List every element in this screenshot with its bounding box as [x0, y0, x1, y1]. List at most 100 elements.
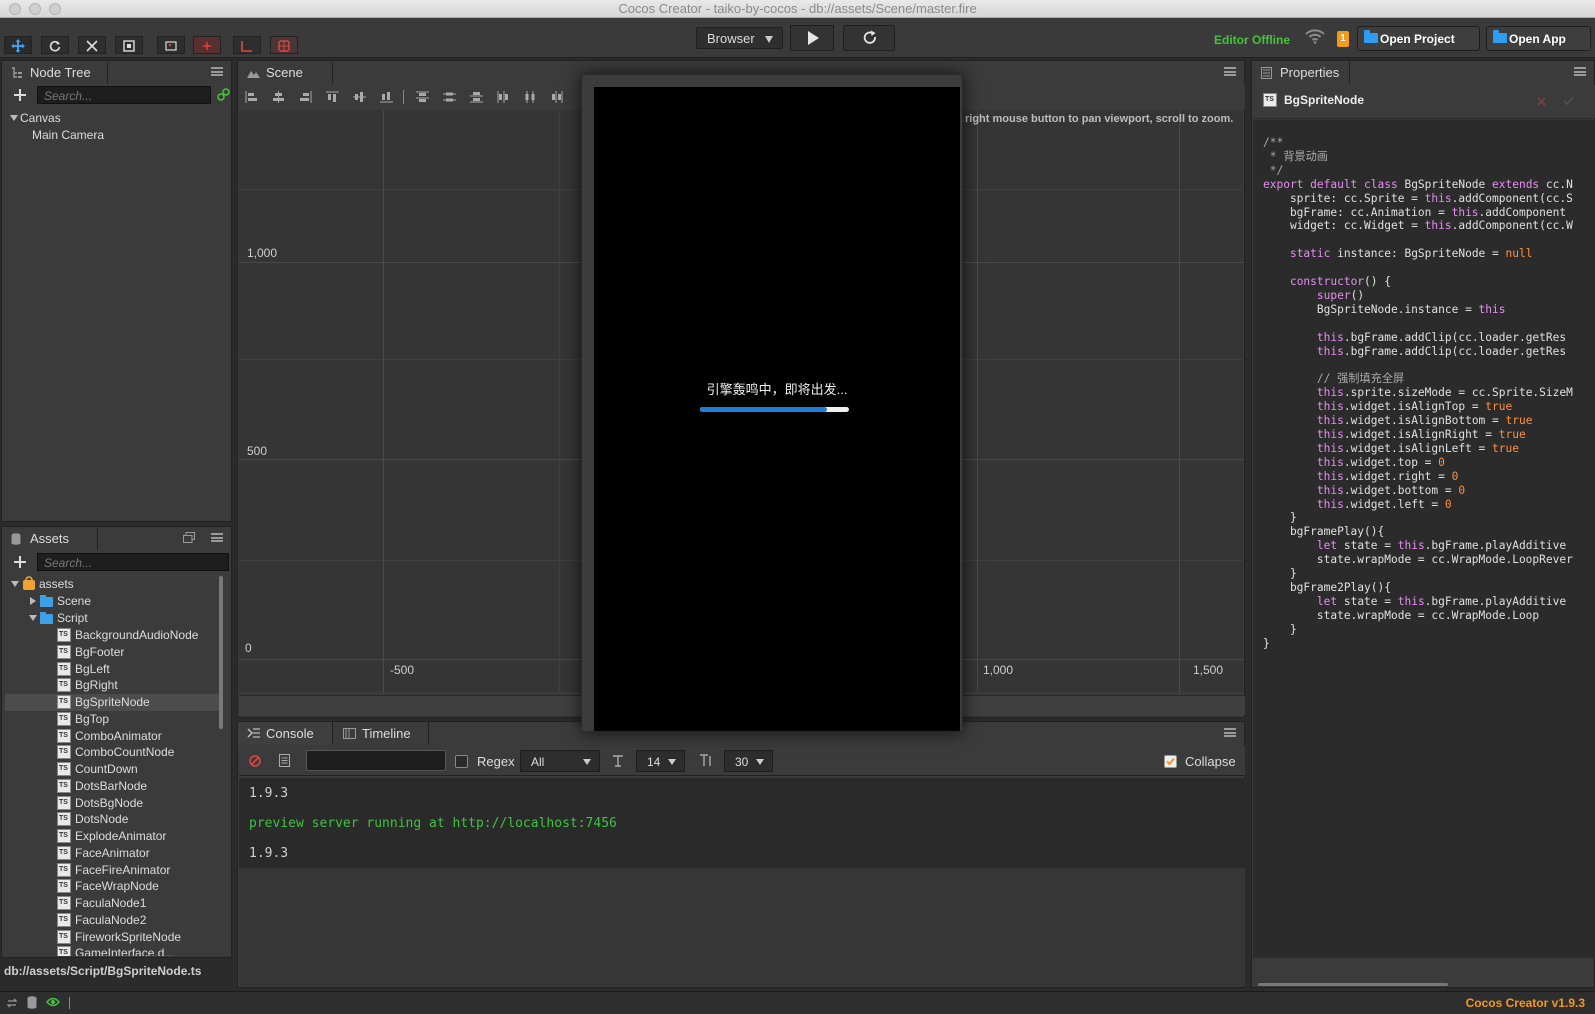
- eye-icon[interactable]: [46, 997, 60, 1007]
- 3d-mode-button[interactable]: [270, 36, 298, 54]
- preview-play-button[interactable]: [790, 25, 834, 51]
- notification-badge[interactable]: 1: [1337, 31, 1349, 47]
- asset-label: GameInterface.d...: [75, 946, 175, 956]
- asset-script-item[interactable]: TS FaceWrapNode: [5, 878, 221, 895]
- move-tool-button[interactable]: [4, 36, 32, 54]
- log-line: 1.9.3: [249, 786, 289, 801]
- script-preview: /** * 背景动画 */ export default class BgSpr…: [1253, 120, 1595, 958]
- local-global-button[interactable]: [193, 36, 221, 54]
- asset-script-item[interactable]: TS CountDown: [5, 761, 221, 778]
- align-middle-icon[interactable]: [353, 91, 366, 103]
- preview-platform-select[interactable]: Browser: [696, 27, 783, 49]
- tab-timeline[interactable]: Timeline: [334, 722, 429, 745]
- distribute-right-icon[interactable]: [551, 91, 564, 103]
- asset-script-item[interactable]: TS DotsNode: [5, 811, 221, 828]
- open-project-button[interactable]: Open Project: [1357, 26, 1480, 51]
- simulator-preview-window[interactable]: 引擎轰鸣中，即将出发...: [581, 74, 963, 732]
- database-icon[interactable]: [27, 996, 37, 1009]
- asset-script-item[interactable]: TS BackgroundAudioNode: [5, 627, 221, 644]
- asset-script-item[interactable]: TS FaceAnimator: [5, 845, 221, 862]
- collapse-checkbox[interactable]: [1164, 755, 1177, 768]
- tab-label: Scene: [266, 65, 303, 80]
- toolbar-divider: [403, 90, 404, 104]
- asset-tree: assets Scene Script TS BackgroundAudioNod…: [5, 576, 224, 956]
- asset-script-item[interactable]: TS BgTop: [5, 711, 221, 728]
- check-icon[interactable]: [1563, 96, 1574, 106]
- x-axis-label: -500: [390, 663, 415, 677]
- align-center-h-icon[interactable]: [272, 91, 285, 103]
- log-level-select[interactable]: All: [520, 750, 600, 772]
- asset-folder-scene[interactable]: Scene: [5, 593, 221, 610]
- asset-script-item[interactable]: TS ComboAnimator: [5, 728, 221, 745]
- properties-hscrollbar[interactable]: [1258, 983, 1448, 986]
- tab-scene[interactable]: Scene: [238, 61, 333, 84]
- tree-node-canvas[interactable]: Canvas: [10, 110, 230, 127]
- y-axis-label: 500: [247, 444, 268, 458]
- rect-tool-button[interactable]: [115, 36, 143, 54]
- 2d-mode-button[interactable]: [233, 36, 261, 54]
- distribute-center-icon[interactable]: [524, 91, 537, 103]
- link-icon[interactable]: [217, 88, 230, 101]
- asset-script-item[interactable]: TS GameInterface.d...: [5, 945, 221, 956]
- asset-folder-script[interactable]: Script: [5, 610, 221, 627]
- close-icon[interactable]: [1537, 97, 1546, 106]
- console-filter-input[interactable]: [306, 750, 446, 771]
- font-size-select[interactable]: 14: [636, 750, 685, 772]
- asset-script-item[interactable]: TS ExplodeAnimator: [5, 828, 221, 845]
- open-app-button[interactable]: Open App: [1486, 26, 1591, 51]
- tree-node-main-camera[interactable]: Main Camera: [32, 127, 232, 144]
- asset-script-item[interactable]: TS DotsBarNode: [5, 778, 221, 795]
- add-node-icon[interactable]: [14, 89, 26, 101]
- line-height-select[interactable]: 30: [724, 750, 773, 772]
- typescript-file-icon: TS: [57, 644, 71, 659]
- distribute-left-icon[interactable]: [497, 91, 510, 103]
- align-top-icon[interactable]: [326, 91, 339, 103]
- align-bottom-icon[interactable]: [380, 91, 393, 103]
- panel-menu-icon[interactable]: [1224, 728, 1236, 737]
- pivot-icon: [165, 41, 177, 51]
- panel-menu-icon[interactable]: [211, 67, 223, 76]
- asset-script-item[interactable]: TS FaculaNode2: [5, 912, 221, 929]
- panel-menu-icon[interactable]: [211, 533, 223, 542]
- assets-scrollbar[interactable]: [219, 576, 223, 729]
- tab-console[interactable]: Console: [238, 722, 333, 745]
- sync-icon[interactable]: [6, 997, 18, 1009]
- regex-checkbox[interactable]: [455, 755, 468, 768]
- asset-script-item[interactable]: TS BgLeft: [5, 661, 221, 678]
- refresh-preview-button[interactable]: [843, 25, 895, 51]
- align-left-icon[interactable]: [245, 91, 258, 103]
- asset-script-item[interactable]: TS ComboCountNode: [5, 744, 221, 761]
- distribute-top-icon[interactable]: [416, 91, 429, 103]
- folder-icon: [40, 612, 53, 624]
- panel-menu-icon[interactable]: [1224, 67, 1236, 76]
- asset-label: DotsBarNode: [75, 778, 148, 793]
- distribute-bottom-icon[interactable]: [470, 91, 483, 103]
- popout-icon[interactable]: [183, 532, 195, 543]
- open-log-file-icon[interactable]: [279, 754, 290, 767]
- clear-icon[interactable]: [249, 755, 261, 767]
- asset-search-input[interactable]: Search...: [37, 553, 229, 571]
- rotate-tool-button[interactable]: [41, 36, 69, 54]
- asset-script-item[interactable]: TS FireworkSpriteNode: [5, 929, 221, 946]
- asset-folder-root[interactable]: assets: [5, 576, 221, 593]
- open-project-label: Open Project: [1380, 32, 1455, 46]
- distribute-middle-icon[interactable]: [443, 91, 456, 103]
- add-asset-icon[interactable]: [14, 556, 26, 568]
- grid-line: [383, 110, 384, 692]
- asset-script-item[interactable]: TS BgSpriteNode: [5, 694, 221, 711]
- asset-script-item[interactable]: TS FaceFireAnimator: [5, 862, 221, 879]
- asset-script-item[interactable]: TS BgFooter: [5, 644, 221, 661]
- node-search-input[interactable]: Search...: [37, 86, 211, 104]
- asset-script-item[interactable]: TS BgRight: [5, 677, 221, 694]
- chevron-down-icon: [583, 759, 591, 765]
- tab-properties[interactable]: Properties: [1252, 61, 1350, 84]
- tab-assets[interactable]: Assets: [2, 527, 98, 550]
- tab-node-tree[interactable]: Node Tree: [2, 61, 108, 84]
- pivot-mode-button[interactable]: [157, 36, 185, 54]
- preview-canvas[interactable]: 引擎轰鸣中，即将出发...: [594, 87, 960, 731]
- scale-tool-button[interactable]: [78, 36, 106, 54]
- panel-menu-icon[interactable]: [1574, 67, 1586, 76]
- asset-script-item[interactable]: TS DotsBgNode: [5, 795, 221, 812]
- align-right-icon[interactable]: [299, 91, 312, 103]
- asset-script-item[interactable]: TS FaculaNode1: [5, 895, 221, 912]
